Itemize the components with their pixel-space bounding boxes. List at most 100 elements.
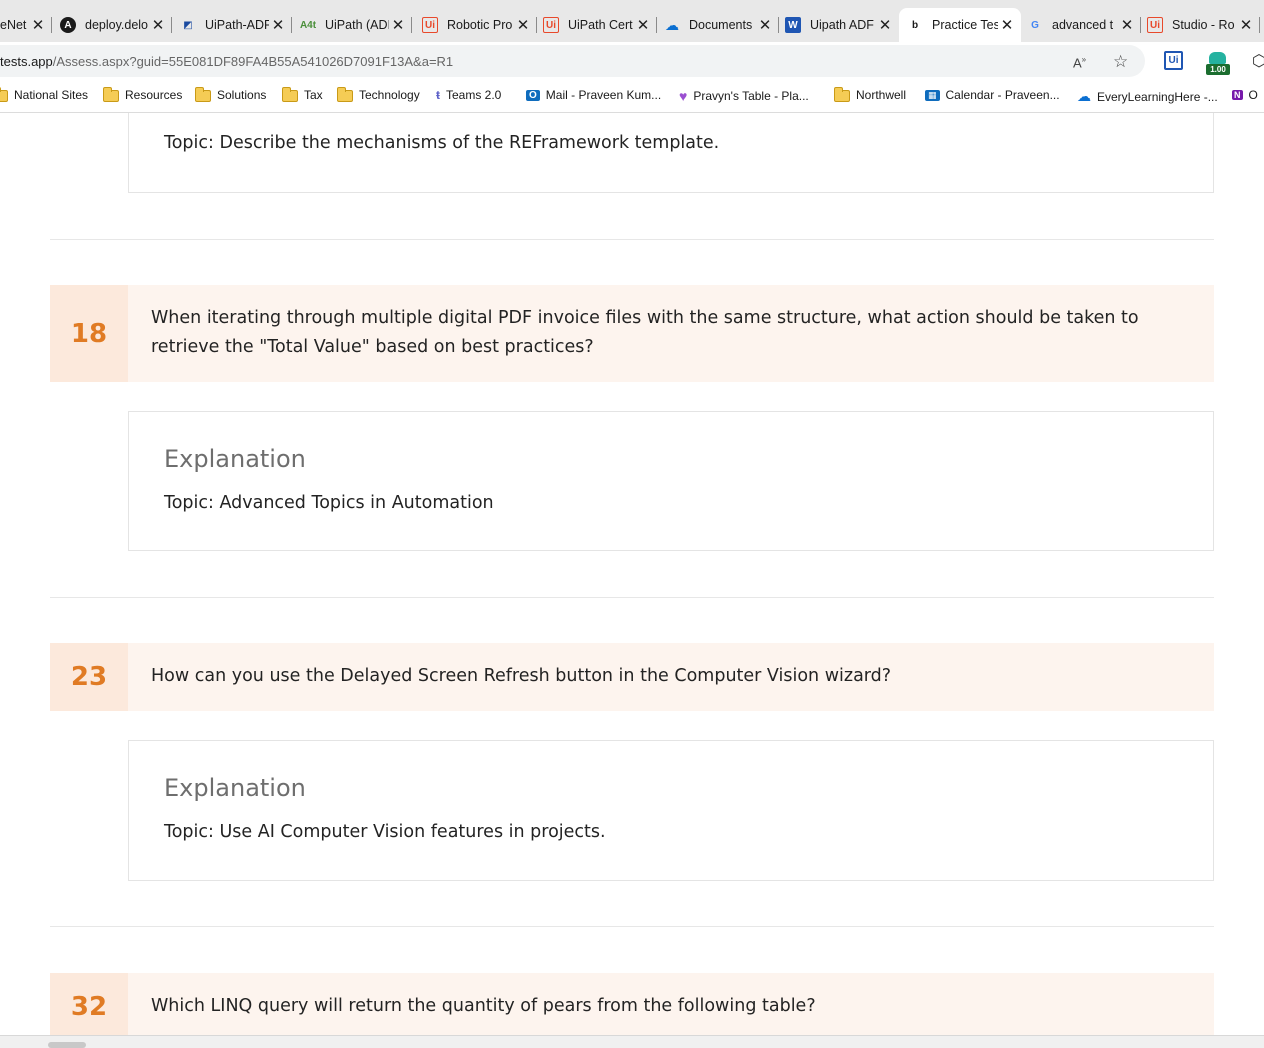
- question-number: 23: [50, 643, 128, 711]
- bookmark-pravyns-table[interactable]: ♥ Pravyn's Table - Pla...: [679, 88, 809, 104]
- question-18: 18 When iterating through multiple digit…: [50, 285, 1214, 382]
- bookmark-national-sites[interactable]: National Sites: [0, 86, 89, 102]
- uipath-icon: Ui: [422, 17, 438, 33]
- folder-icon: [281, 86, 298, 102]
- explanation-card-23: Explanation Topic: Use AI Computer Visio…: [128, 740, 1214, 881]
- explanation-card-18: Explanation Topic: Advanced Topics in Au…: [128, 411, 1214, 551]
- bookmark-northwell[interactable]: Northwell: [833, 86, 906, 102]
- explanation-topic: Topic: Describe the mechanisms of the RE…: [164, 133, 720, 153]
- bookmark-technology[interactable]: Technology: [336, 86, 420, 102]
- bookmark-label: National Sites: [14, 88, 89, 102]
- uipath-extension-icon[interactable]: Ui: [1164, 51, 1183, 70]
- angular-icon: A: [60, 17, 76, 33]
- read-aloud-icon[interactable]: A»: [1073, 55, 1086, 70]
- favorite-star-icon[interactable]: ☆: [1113, 52, 1128, 72]
- question-23: 23 How can you use the Delayed Screen Re…: [50, 643, 1214, 711]
- browser-tab-8-active[interactable]: b Practice Tes ✕: [899, 8, 1021, 42]
- bookmark-calendar[interactable]: ▦ Calendar - Praveen...: [925, 88, 1060, 102]
- browser-tab-6[interactable]: ☁ Documents ✕: [657, 8, 779, 42]
- tab-close-icon[interactable]: ✕: [876, 16, 894, 34]
- question-number: 18: [50, 285, 128, 382]
- folder-icon: [102, 86, 119, 102]
- folder-icon: [833, 86, 850, 102]
- bookmark-label: Mail - Praveen Kum...: [545, 88, 662, 102]
- browser-tab-7[interactable]: W Uipath ADF ✕: [779, 8, 899, 42]
- bookmark-label: Calendar - Praveen...: [945, 88, 1060, 102]
- bookmark-label: Solutions: [217, 88, 267, 102]
- word-icon: W: [785, 17, 801, 33]
- tab-title: Practice Tes: [932, 18, 998, 32]
- tab-title: UiPath-ADF: [205, 18, 269, 32]
- question-text: When iterating through multiple digital …: [151, 308, 1139, 357]
- extensions-puzzle-icon[interactable]: ⬡: [1252, 51, 1264, 71]
- bookmark-label: O: [1248, 88, 1258, 102]
- question-number: 32: [50, 973, 128, 1035]
- tab-close-icon[interactable]: ✕: [1118, 16, 1136, 34]
- extension-badge-icon[interactable]: 1.00: [1206, 50, 1230, 76]
- browser-tab-4[interactable]: Ui Robotic Pro ✕: [412, 8, 537, 42]
- bookmark-solutions[interactable]: Solutions: [194, 86, 267, 102]
- bookmark-onenote[interactable]: N O: [1232, 88, 1258, 102]
- bookmark-label: Resources: [125, 88, 183, 102]
- folder-icon: [336, 86, 353, 102]
- explanation-topic: Topic: Use AI Computer Vision features i…: [164, 822, 606, 842]
- explanation-card-previous: Topic: Describe the mechanisms of the RE…: [128, 113, 1214, 193]
- section-divider: [50, 926, 1214, 927]
- browser-tab-1[interactable]: A deploy.delo ✕: [52, 8, 172, 42]
- google-icon: G: [1031, 19, 1039, 31]
- browser-tab-0[interactable]: eNet ✕: [0, 8, 52, 42]
- bookmark-tax[interactable]: Tax: [281, 86, 323, 102]
- question-text: Which LINQ query will return the quantit…: [151, 996, 816, 1016]
- bookmark-teams[interactable]: ŧ Teams 2.0: [436, 88, 501, 102]
- bookmark-resources[interactable]: Resources: [102, 86, 183, 102]
- tab-title: UiPath Cert: [568, 18, 633, 32]
- heart-icon: ♥: [679, 88, 688, 104]
- bookmark-label: EveryLearningHere -...: [1097, 89, 1218, 104]
- section-divider: [50, 597, 1214, 598]
- browser-tab-9[interactable]: G advanced t ✕: [1021, 8, 1141, 42]
- question-32: 32 Which LINQ query will return the quan…: [50, 973, 1214, 1035]
- tab-title: eNet: [0, 18, 27, 32]
- tab-close-icon[interactable]: ✕: [149, 16, 167, 34]
- uipath-icon: Ui: [543, 17, 559, 33]
- tab-close-icon[interactable]: ✕: [1237, 16, 1255, 34]
- uipath-community-icon: ◩: [183, 19, 193, 31]
- calendar-icon: ▦: [925, 89, 940, 101]
- tab-title: Documents: [689, 18, 753, 32]
- tab-close-icon[interactable]: ✕: [269, 16, 287, 34]
- tab-title: Robotic Pro: [447, 18, 513, 32]
- tab-title: advanced t: [1052, 18, 1114, 32]
- bookmark-mail[interactable]: O Mail - Praveen Kum...: [526, 88, 661, 102]
- tab-close-icon[interactable]: ✕: [998, 16, 1016, 34]
- tab-close-icon[interactable]: ✕: [756, 16, 774, 34]
- tab-close-icon[interactable]: ✕: [29, 16, 47, 34]
- folder-icon: [194, 86, 211, 102]
- extension-badge-label: 1.00: [1206, 64, 1230, 75]
- browser-tab-5[interactable]: Ui UiPath Cert ✕: [537, 8, 657, 42]
- teams-icon: ŧ: [436, 88, 440, 102]
- browser-tab-2[interactable]: ◩ UiPath-ADF ✕: [172, 8, 292, 42]
- question-text: How can you use the Delayed Screen Refre…: [151, 666, 892, 686]
- horizontal-scrollbar[interactable]: [0, 1035, 1264, 1048]
- outlook-icon: O: [526, 89, 540, 101]
- tab-close-icon[interactable]: ✕: [514, 16, 532, 34]
- onedrive-icon: ☁: [1077, 88, 1091, 104]
- tab-title: Studio - Ro: [1172, 18, 1235, 32]
- explanation-heading: Explanation: [164, 445, 306, 473]
- explanation-topic: Topic: Advanced Topics in Automation: [164, 493, 494, 513]
- tab-strip: eNet ✕ A deploy.delo ✕ ◩ UiPath-ADF ✕ A4…: [0, 0, 1264, 42]
- tab-title: UiPath (ADI: [325, 18, 389, 32]
- browser-tab-3[interactable]: A4t UiPath (ADI ✕: [292, 8, 412, 42]
- section-divider: [50, 239, 1214, 240]
- tab-title: deploy.delo: [85, 18, 149, 32]
- bookmark-everylearninghere[interactable]: ☁ EveryLearningHere -...: [1077, 88, 1218, 105]
- page-content: Topic: Describe the mechanisms of the RE…: [0, 113, 1264, 1035]
- scrollbar-thumb[interactable]: [48, 1042, 86, 1048]
- browser-tab-10[interactable]: Ui Studio - Ro ✕: [1141, 8, 1260, 42]
- tab-close-icon[interactable]: ✕: [634, 16, 652, 34]
- address-bar[interactable]: tests.app/Assess.aspx?guid=55E081DF89FA4…: [0, 45, 1145, 77]
- a4t-icon: A4t: [299, 19, 317, 31]
- bookmark-label: Teams 2.0: [446, 88, 502, 102]
- tab-close-icon[interactable]: ✕: [389, 16, 407, 34]
- url-text[interactable]: tests.app/Assess.aspx?guid=55E081DF89FA4…: [0, 54, 453, 69]
